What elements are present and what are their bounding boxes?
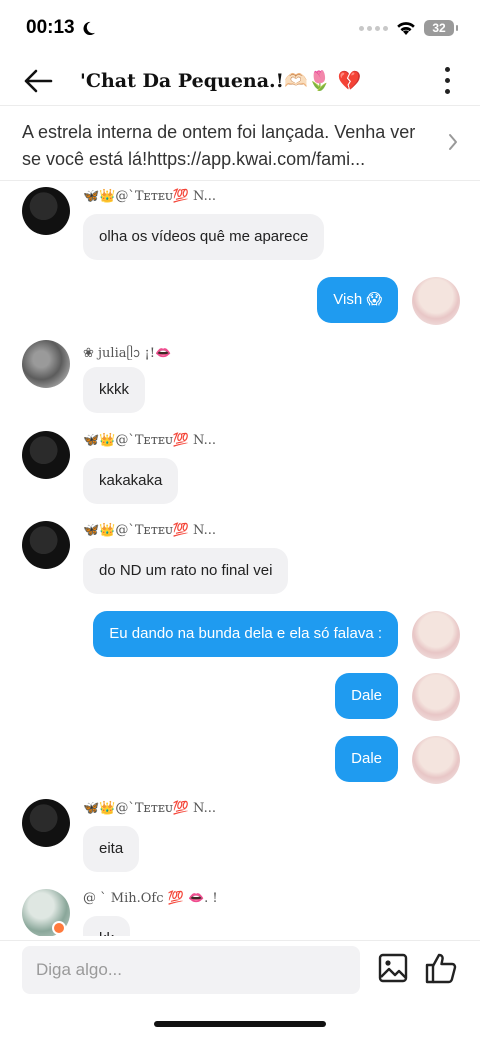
status-bar: 00:13 32	[0, 0, 480, 56]
sender-name: ❀ juliaᥫᩣ ¡!👄	[83, 346, 172, 361]
home-indicator[interactable]	[154, 1021, 326, 1027]
sender-name: 🦋👑@`Tᴇᴛᴇᴜ💯 N...	[83, 523, 216, 538]
battery-icon: 32	[424, 20, 458, 36]
message-input[interactable]	[22, 946, 360, 994]
avatar[interactable]	[22, 187, 70, 235]
battery-level: 32	[432, 21, 446, 35]
avatar[interactable]	[412, 736, 460, 784]
time-label: 00:13	[26, 17, 75, 38]
message-bubble[interactable]: kkkk	[83, 367, 145, 413]
avatar[interactable]	[22, 799, 70, 847]
chat-header: 'Chat Da Pequena.!🫶🏻🌷 💔	[0, 56, 480, 106]
message-bubble[interactable]: eita	[83, 826, 140, 872]
avatar[interactable]	[22, 521, 70, 569]
back-arrow-icon	[24, 69, 53, 92]
message-bubble[interactable]: kakakaka	[83, 458, 179, 504]
image-icon[interactable]	[377, 952, 409, 984]
thumbs-up-icon[interactable]	[424, 951, 458, 985]
avatar[interactable]	[412, 673, 460, 721]
sender-name: @ ` Mih.Ofc 💯 👄. !	[83, 891, 218, 906]
status-icons: 32	[359, 20, 458, 36]
back-button[interactable]	[18, 61, 58, 101]
message-bubble[interactable]: Dale	[335, 736, 398, 782]
live-badge-icon	[52, 921, 66, 935]
sender-name: 🦋👑@`Tᴇᴛᴇᴜ💯 N...	[83, 433, 216, 448]
message-list[interactable]: 🦋👑@`Tᴇᴛᴇᴜ💯 N... olha os vídeos quê me ap…	[0, 181, 480, 936]
message-bubble[interactable]: olha os vídeos quê me aparece	[83, 214, 325, 260]
sender-name: 🦋👑@`Tᴇᴛᴇᴜ💯 N...	[83, 801, 216, 816]
avatar[interactable]	[22, 340, 70, 388]
wifi-icon	[397, 21, 415, 35]
message-bubble[interactable]: kk	[83, 916, 130, 936]
avatar[interactable]	[22, 431, 70, 479]
announcement-banner[interactable]: A estrela interna de ontem foi lançada. …	[0, 107, 480, 181]
message-bubble[interactable]: do ND um rato no final vei	[83, 548, 289, 594]
avatar[interactable]	[412, 611, 460, 659]
chevron-right-icon	[449, 134, 457, 150]
message-bubble[interactable]: Dale	[335, 673, 398, 719]
sender-name: 🦋👑@`Tᴇᴛᴇᴜ💯 N...	[83, 189, 216, 204]
message-bubble[interactable]: Eu dando na bunda dela e ela só falava :	[93, 611, 398, 657]
announcement-text: A estrela interna de ontem foi lançada. …	[22, 122, 416, 169]
signal-icon	[359, 25, 388, 31]
message-bubble[interactable]: Vish 😱	[317, 277, 398, 323]
compose-bar	[0, 940, 480, 998]
status-time: 00:13	[26, 17, 96, 39]
moon-icon	[83, 21, 95, 35]
more-options-button[interactable]	[432, 61, 462, 101]
avatar[interactable]	[412, 277, 460, 325]
chat-title: 'Chat Da Pequena.!🫶🏻🌷 💔	[80, 70, 362, 92]
